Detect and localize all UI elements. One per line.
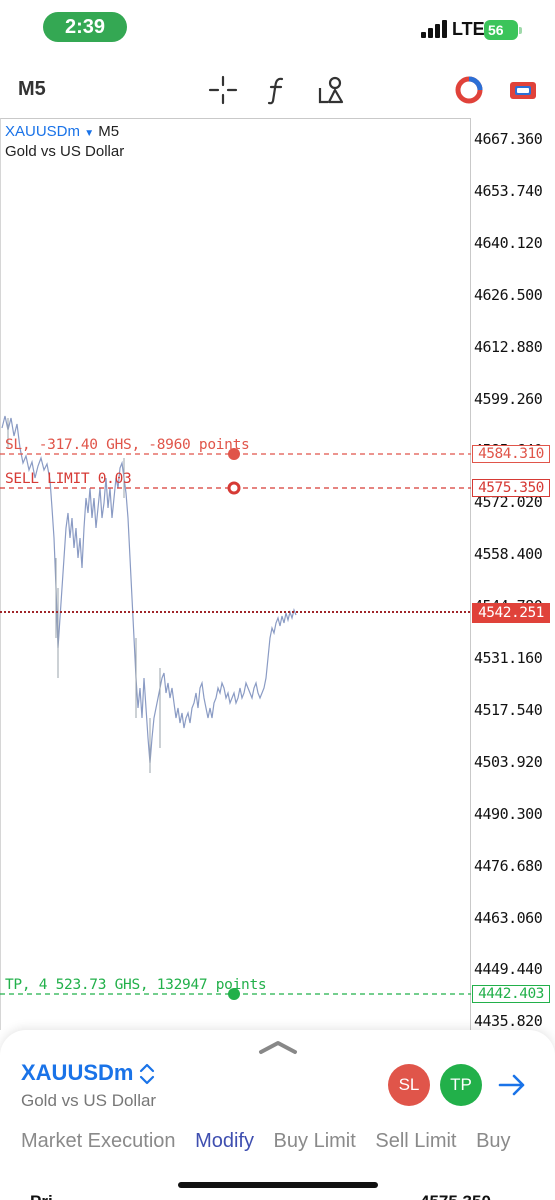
chart-symbol[interactable]: XAUUSDm (5, 123, 80, 140)
sl-label: SL, -317.40 GHS, -8960 points (5, 437, 250, 453)
function-icon[interactable] (262, 74, 294, 106)
chart-toolbar: M5 (0, 60, 555, 120)
tab-buy[interactable]: Buy (476, 1130, 510, 1152)
current-price-tag: 4542.251 (472, 603, 550, 623)
tp-button[interactable]: TP (440, 1064, 482, 1106)
battery-icon: 56 (484, 20, 522, 40)
status-bar: 2:39 LTE 56 (0, 0, 555, 56)
arrow-right-icon[interactable] (498, 1073, 526, 1097)
axis-tick-label: 4517.540 (474, 700, 543, 719)
price-chart-canvas[interactable] (0, 118, 471, 1030)
price-row-label: Pri (30, 1192, 53, 1200)
axis-tick-label: 4503.920 (474, 752, 543, 771)
axis-tick-label: 4667.360 (474, 130, 543, 148)
tab-market-execution[interactable]: Market Execution (21, 1130, 176, 1152)
price-line (1, 415, 297, 764)
axis-tick-label: 4612.880 (474, 337, 543, 356)
tab-buy-limit[interactable]: Buy Limit (274, 1130, 356, 1152)
crosshair-icon[interactable] (207, 74, 239, 106)
sl-button[interactable]: SL (388, 1064, 430, 1106)
signal-icon (421, 20, 447, 38)
tp-label: TP, 4 523.73 GHS, 132947 points (5, 977, 267, 993)
trade-icon[interactable] (507, 74, 539, 106)
axis-tick-label: 4653.740 (474, 181, 543, 200)
axis-tick-label: 4640.120 (474, 233, 543, 252)
axis-tick-label: 4599.260 (474, 389, 543, 408)
battery-level: 56 (488, 22, 504, 38)
axis-tick-label: 4476.680 (474, 856, 543, 875)
price-row-value: 4575.350 (420, 1192, 491, 1200)
tab-sell-limit[interactable]: Sell Limit (375, 1130, 456, 1152)
network-type: LTE (452, 19, 485, 39)
axis-tick-label: 4449.440 (474, 960, 543, 979)
status-time: 2:39 (43, 12, 127, 42)
order-symbol[interactable]: XAUUSDm (21, 1060, 133, 1086)
home-indicator (178, 1182, 378, 1188)
sell-limit-label: SELL LIMIT 0.03 (5, 471, 132, 487)
order-symbol-description: Gold vs US Dollar (21, 1091, 157, 1110)
sell-limit-handle[interactable] (227, 481, 241, 495)
tab-modify[interactable]: Modify (195, 1130, 254, 1152)
chart-timeframe: M5 (98, 123, 120, 140)
order-sheet: XAUUSDm Gold vs US Dollar SL TP Market E… (0, 1030, 555, 1200)
chevron-up-icon[interactable] (257, 1038, 299, 1056)
sell-limit-price-tag: 4575.350 (472, 479, 550, 497)
axis-tick-label: 4463.060 (474, 908, 543, 927)
axis-tick-label: 4490.300 (474, 804, 543, 823)
objects-icon[interactable] (316, 74, 348, 106)
indicator-icon[interactable] (453, 74, 485, 106)
timeframe-button[interactable]: M5 (18, 78, 46, 101)
chart-symbol-row[interactable]: XAUUSDm ▼ M5 (5, 123, 119, 140)
tp-price-tag: 4442.403 (472, 985, 550, 1003)
order-type-tabs: Market Execution Modify Buy Limit Sell L… (21, 1130, 525, 1153)
axis-tick-label: 4558.400 (474, 545, 543, 564)
axis-tick-label: 4626.500 (474, 285, 543, 304)
axis-tick-label: 4435.820 (474, 1012, 543, 1031)
chart-symbol-description: Gold vs US Dollar (5, 143, 125, 160)
chevron-down-icon[interactable]: ▼ (84, 128, 94, 139)
updown-chevron-icon[interactable] (138, 1061, 156, 1087)
sl-price-tag: 4584.310 (472, 445, 550, 463)
axis-tick-label: 4531.160 (474, 649, 543, 667)
